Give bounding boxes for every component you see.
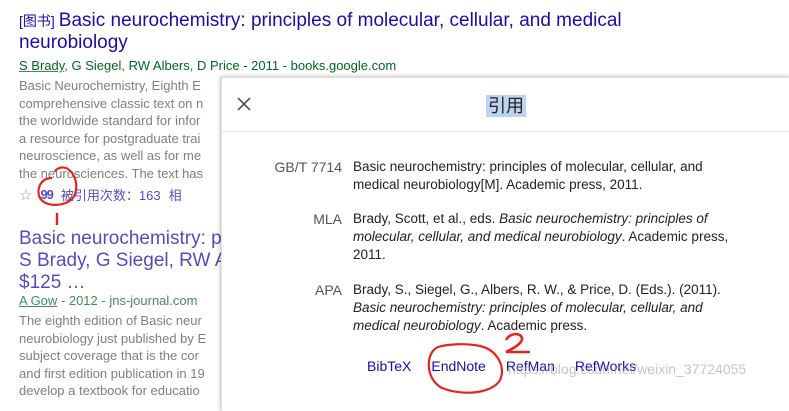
dialog-header: 引用 <box>222 78 789 132</box>
snippet-line: and first edition publication in 19 <box>19 365 205 381</box>
citation-line: Basic neurochemistry: principles of mole… <box>353 159 703 174</box>
result-snippet: Basic Neurochemistry, Eighth E comprehen… <box>19 77 229 182</box>
snippet-line: the neurosciences. The text has <box>19 165 204 181</box>
book-tag: [图书] <box>19 13 55 29</box>
result-meta: A Gow - 2012 - jns-journal.com <box>19 293 229 308</box>
snippet-line: comprehensive classic text on n <box>19 95 204 111</box>
snippet-line: subject coverage that is the cor <box>19 348 199 363</box>
author-link[interactable]: A Gow <box>19 293 57 308</box>
dialog-title-text: 引用 <box>486 95 526 117</box>
result-meta-text: - 2012 - jns-journal.com <box>57 293 198 308</box>
result-title-text[interactable]: Basic neurochemistry: principles of mole… <box>19 10 622 53</box>
result-meta: S Brady, G Siegel, RW Albers, D Price - … <box>19 58 396 74</box>
result-title-line[interactable]: S Brady, G Siegel, RW A <box>19 250 229 272</box>
related-link[interactable]: 相 <box>169 185 182 204</box>
citation-publisher: . Academic press. <box>480 318 588 333</box>
result-title-line[interactable]: $125 … <box>19 272 229 294</box>
snippet-line: the worldwide standard for infor <box>19 113 201 128</box>
author-link[interactable]: S Brady <box>19 58 64 73</box>
snippet-line: The eighth edition of Basic neur <box>19 313 202 328</box>
citation-text[interactable]: Basic neurochemistry: principles of mole… <box>353 158 743 194</box>
snippet-line: neurobiology just published by E <box>19 330 207 346</box>
citation-line: medical neurobiology[M]. Academic press,… <box>353 177 643 192</box>
cite-dialog: 引用 GB/T 7714 Basic neurochemistry: princ… <box>221 77 789 411</box>
citation-format: GB/T 7714 <box>274 159 342 175</box>
dialog-title: 引用 <box>222 92 789 118</box>
result-meta-text: , G Siegel, RW Albers, D Price - 2011 - … <box>64 58 397 73</box>
result-title[interactable]: Basic neurochemistry: p <box>19 228 229 250</box>
citation-format: MLA <box>313 211 342 227</box>
citation-authors: Brady, Scott, et al., eds. <box>353 211 500 226</box>
result-snippet: The eighth edition of Basic neur neurobi… <box>19 312 229 400</box>
snippet-line: Basic Neurochemistry, Eighth E <box>19 78 201 93</box>
cite-quote-icon[interactable]: 99 <box>40 187 54 202</box>
citation-authors: Brady, S., Siegel, G., Albers, R. W., & … <box>353 282 721 297</box>
citation-format: APA <box>315 282 342 298</box>
bibtex-link[interactable]: BibTeX <box>367 358 411 374</box>
endnote-link[interactable]: EndNote <box>431 358 485 374</box>
snippet-line: develop a textbook for educatio <box>19 383 200 398</box>
watermark: https://blog.csdn.net/weixin_37724055 <box>508 361 747 377</box>
result-actions: ☆ 99 被引用次数：163 相 <box>19 185 229 204</box>
save-star-icon[interactable]: ☆ <box>19 186 32 204</box>
citation-text[interactable]: Brady, S., Siegel, G., Albers, R. W., & … <box>353 281 743 335</box>
result-title[interactable]: [图书] Basic neurochemistry: principles of … <box>19 10 629 54</box>
snippet-line: neuroscience, as well as for me <box>19 148 202 163</box>
citation-text[interactable]: Brady, Scott, et al., eds. Basic neuroch… <box>353 210 743 264</box>
cited-by-link[interactable]: 被引用次数：163 <box>61 185 161 204</box>
snippet-line: a resource for postgraduate trai <box>19 130 201 146</box>
